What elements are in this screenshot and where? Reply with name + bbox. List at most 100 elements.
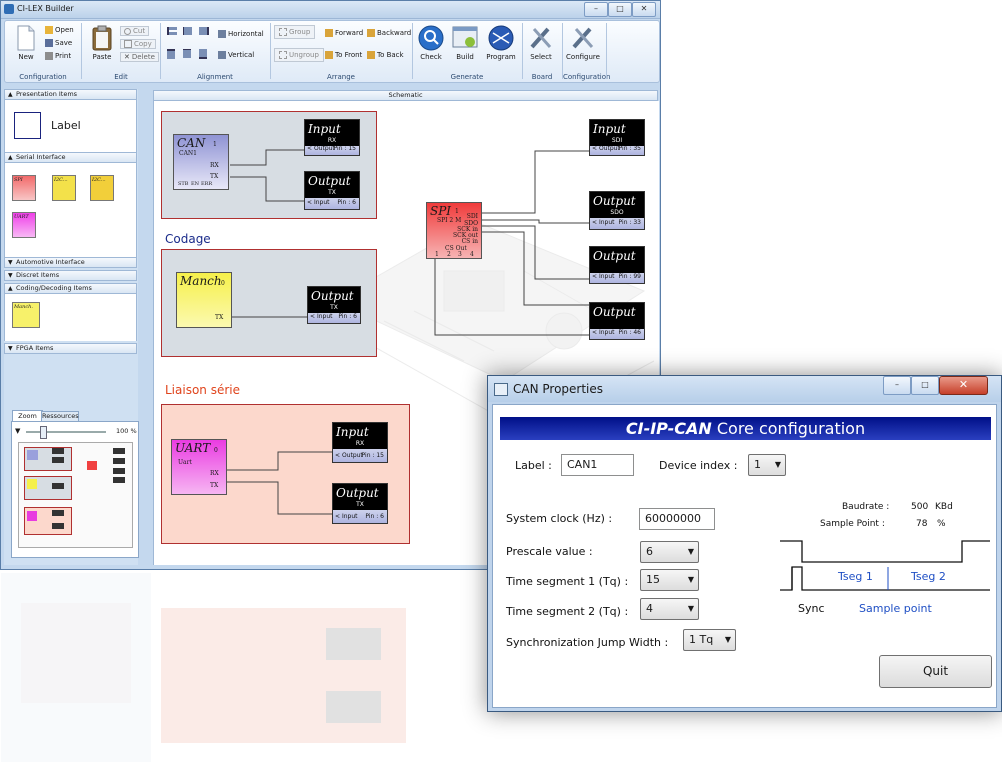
configure-button[interactable]: Configure (566, 25, 600, 61)
io-block-output[interactable]: Output TX < Input Pin : 6 (332, 483, 388, 524)
port-arrow-icon: < (592, 145, 599, 152)
pin-label: Pin : (333, 145, 347, 152)
sjw-value: 1 Tq (689, 633, 714, 646)
to-front-button[interactable]: To Front (325, 51, 362, 59)
new-file-icon (17, 25, 35, 51)
fpga-items-header[interactable]: ▼ FPGA Items (4, 343, 137, 354)
pin-number: 35 (633, 145, 641, 152)
send-to-back-icon (367, 51, 375, 59)
dialog-close-button[interactable]: ✕ (939, 376, 988, 395)
align-left-button[interactable] (167, 27, 179, 35)
pin-label: Pin : (361, 452, 375, 459)
close-button[interactable]: ✕ (632, 2, 656, 17)
group-label-generate: Generate (450, 73, 484, 81)
presentation-items-header[interactable]: ▲ Presentation Items (4, 89, 137, 100)
io-block-input[interactable]: Input SDI < Output Pin : 35 (589, 119, 645, 156)
align-top-button[interactable] (167, 49, 177, 59)
forward-button[interactable]: Forward (325, 29, 363, 37)
io-block-input[interactable]: Input RX < Output Pin : 15 (332, 422, 388, 463)
pin-label: Pin : (365, 513, 379, 520)
print-button[interactable]: Print (45, 52, 71, 60)
minimize-button[interactable]: – (584, 2, 608, 17)
palette-i2c-1[interactable]: I2C... (52, 175, 76, 201)
ribbon-separator (522, 23, 523, 79)
io-port-label: Input (598, 329, 615, 336)
program-button[interactable]: Program (484, 25, 518, 61)
tools-icon (572, 27, 594, 49)
select-board-button[interactable]: Select (526, 25, 556, 61)
app-icon (4, 4, 14, 14)
coding-decoding-label: Coding/Decoding Items (16, 284, 92, 292)
io-block-pin: Pin : 6 (338, 313, 357, 320)
io-block-output[interactable]: Output < Input Pin : 99 (589, 246, 645, 284)
ungroup-button[interactable]: Ungroup (274, 48, 324, 62)
maximize-button[interactable]: □ (608, 2, 632, 17)
tools-icon (530, 27, 552, 49)
zoom-slider-thumb[interactable] (39, 426, 47, 439)
copy-button[interactable]: Copy (120, 39, 156, 49)
tseg1-select[interactable]: 15 ▼ (640, 569, 699, 591)
io-block-pin: Pin : 6 (337, 199, 356, 206)
delete-button[interactable]: ✕ Delete (120, 52, 159, 62)
coding-decoding-header[interactable]: ▲ Coding/Decoding Items (4, 283, 137, 294)
io-block-signal: TX (330, 304, 338, 311)
expand-arrow-icon: ▼ (8, 259, 13, 266)
palette-uart[interactable]: UART (12, 212, 36, 238)
tseg2-select[interactable]: 4 ▼ (640, 598, 699, 620)
dialog-minimize-button[interactable]: – (883, 376, 911, 395)
io-block-pin: Pin : 6 (365, 513, 384, 520)
io-block-output[interactable]: Output TX < Input Pin : 6 (307, 286, 361, 324)
title-bar: CI-LEX Builder – □ ✕ (1, 1, 660, 19)
to-back-button[interactable]: To Back (367, 51, 404, 59)
palette-i2c-2[interactable]: I2C... (90, 175, 114, 201)
sample-point-unit: % (937, 519, 946, 529)
io-block-output[interactable]: Output TX < Input Pin : 6 (304, 171, 360, 210)
chevron-down-icon: ▼ (687, 547, 694, 556)
build-button[interactable]: Build (450, 25, 480, 61)
select-label: Select (530, 53, 552, 61)
align-center-button[interactable] (183, 27, 194, 35)
cut-button[interactable]: Cut (120, 26, 150, 36)
horizontal-button[interactable]: Horizontal (218, 30, 264, 38)
chevron-down-icon: ▼ (774, 460, 781, 469)
automotive-interface-header[interactable]: ▼ Automotive Interface (4, 257, 137, 268)
vertical-button[interactable]: Vertical (218, 51, 254, 59)
io-block-signal: RX (327, 137, 337, 144)
sjw-select[interactable]: 1 Tq ▼ (683, 629, 736, 651)
serial-interface-label: Serial Interface (16, 153, 66, 161)
io-block-output[interactable]: Output < Input Pin : 46 (589, 302, 645, 340)
label-item-icon[interactable] (14, 112, 41, 139)
folder-icon (45, 26, 53, 34)
serial-interface-header[interactable]: ▲ Serial Interface (4, 152, 137, 163)
schematic-minimap[interactable] (18, 442, 133, 548)
io-block-port: < Input (592, 329, 614, 336)
align-middle-button[interactable] (183, 49, 193, 58)
dialog-maximize-button[interactable]: □ (911, 376, 939, 395)
backward-button[interactable]: Backward (367, 29, 411, 37)
group-button[interactable]: Group (274, 25, 316, 39)
device-index-select[interactable]: 1 ▼ (748, 454, 786, 476)
align-right-button[interactable] (199, 27, 211, 35)
palette-spi-label: SPI (14, 177, 23, 183)
zoom-slider-track[interactable] (26, 431, 106, 433)
io-block-input[interactable]: Input RX < Output Pin : 15 (304, 119, 360, 156)
palette-spi[interactable]: SPI (12, 175, 36, 201)
io-block-kind: Output (593, 194, 636, 208)
align-bottom-button[interactable] (199, 49, 209, 59)
io-block-kind: Output (593, 305, 636, 319)
quit-button[interactable]: Quit (879, 655, 992, 688)
pin-number: 99 (633, 273, 641, 280)
open-button[interactable]: Open (45, 26, 74, 34)
save-button[interactable]: Save (45, 39, 72, 47)
baudrate-unit: KBd (935, 502, 953, 512)
check-label: Check (420, 53, 442, 61)
palette-manch[interactable]: Manch. (12, 302, 40, 328)
discret-items-header[interactable]: ▼ Discret Items (4, 270, 137, 281)
collapse-arrow-icon: ▲ (8, 91, 13, 98)
new-button[interactable]: New (11, 25, 41, 61)
check-button[interactable]: Check (416, 25, 446, 61)
paste-button[interactable]: Paste (87, 25, 117, 61)
io-block-output[interactable]: Output SDO < Input Pin : 33 (589, 191, 645, 230)
forward-label: Forward (335, 29, 364, 37)
zoom-down-arrow-icon[interactable]: ▼ (15, 427, 20, 435)
